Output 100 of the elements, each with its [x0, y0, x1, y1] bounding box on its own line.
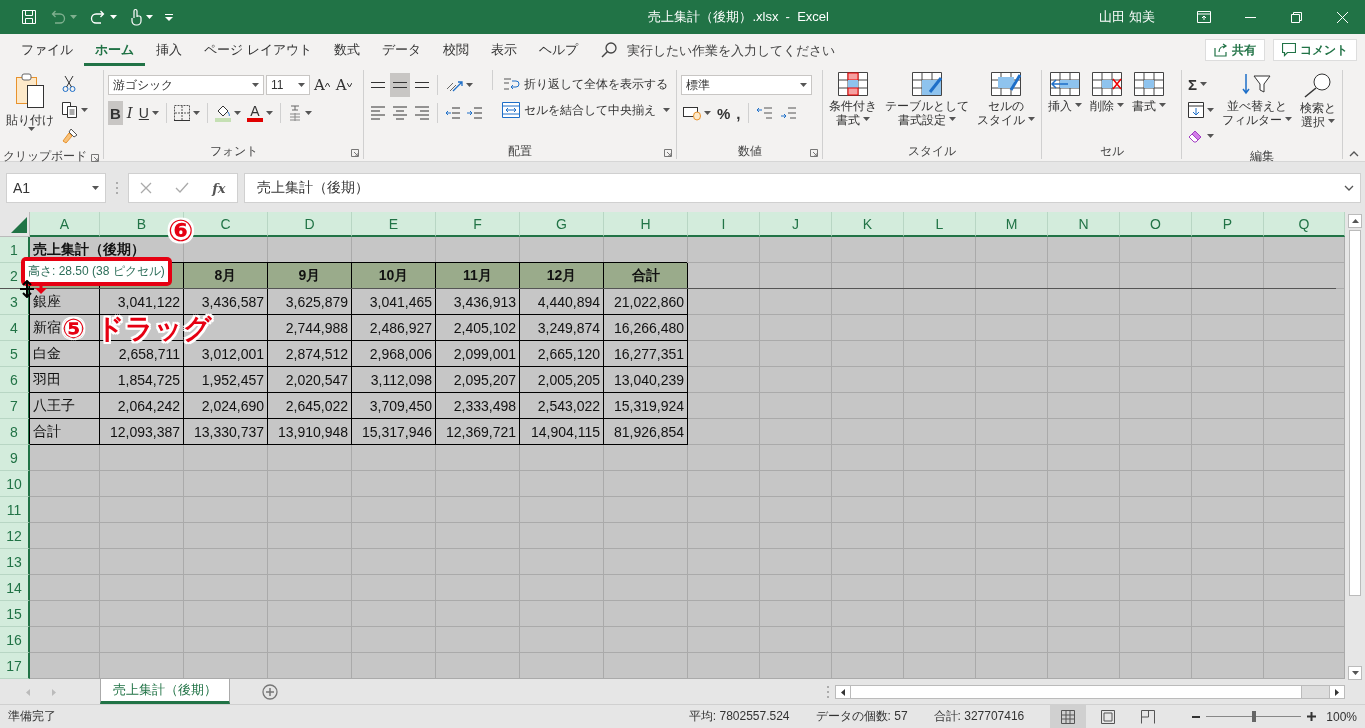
scroll-down-button[interactable] [1348, 666, 1362, 680]
increase-font-size-button[interactable]: A [312, 73, 332, 97]
magnifier-icon [1303, 72, 1333, 98]
formula-field[interactable]: 売上集計（後期） [244, 173, 1361, 203]
row-header[interactable]: 3 [0, 289, 30, 315]
scrollbar-thumb[interactable] [1349, 230, 1361, 596]
row-header[interactable]: 12 [0, 523, 30, 549]
sheet-tab[interactable]: 売上集計（後期） [100, 678, 230, 704]
new-sheet-button[interactable] [262, 684, 278, 700]
table-cell [1192, 393, 1264, 419]
column-header[interactable]: O [1120, 212, 1192, 237]
ribbon-tab[interactable]: データ [370, 34, 432, 66]
comma-style-button[interactable]: , [734, 101, 743, 125]
row-header[interactable]: 13 [0, 549, 30, 575]
merge-center-button[interactable]: セルを結合して中央揃え [500, 98, 672, 122]
column-header[interactable]: P [1192, 212, 1264, 237]
share-button[interactable]: 共有 [1205, 39, 1265, 61]
horizontal-scrollbar[interactable] [835, 685, 1345, 699]
sort-filter-button[interactable]: 並べ替えと フィルター [1220, 70, 1294, 148]
table-cell [832, 445, 904, 471]
decrease-font-size-button[interactable]: A [333, 73, 354, 97]
row-header[interactable]: 15 [0, 601, 30, 627]
column-header[interactable]: L [904, 212, 976, 237]
column-header[interactable]: Q [1264, 212, 1345, 237]
font-size-field[interactable]: 11 [266, 75, 310, 95]
row-header[interactable]: 4 [0, 315, 30, 341]
row-header[interactable]: 8 [0, 419, 30, 445]
table-cell [688, 523, 760, 549]
column-header[interactable]: K [832, 212, 904, 237]
ribbon-tab[interactable]: 挿入 [145, 34, 193, 66]
row-header[interactable]: 14 [0, 575, 30, 601]
zoom-in-button[interactable] [1307, 712, 1317, 721]
ribbon-tab[interactable]: 数式 [322, 34, 371, 66]
number-format-field[interactable]: 標準 [681, 75, 812, 95]
column-header[interactable]: G [520, 212, 604, 237]
align-left-icon [370, 105, 386, 121]
wrap-text-button[interactable]: 折り返して全体を表示する [500, 72, 672, 96]
row-header[interactable]: 7 [0, 393, 30, 419]
vertical-align-button[interactable] [390, 73, 410, 97]
percent-button[interactable]: % [715, 101, 733, 125]
share-icon [1214, 43, 1228, 57]
delete-button[interactable]: 削除 [1088, 70, 1126, 143]
font-color-button[interactable]: A [244, 101, 275, 125]
row-header[interactable]: 1 [0, 237, 30, 263]
ribbon-tab[interactable]: ヘルプ [527, 34, 589, 66]
autosum-button[interactable]: Σ [1186, 72, 1216, 96]
table-cell: 9月 [268, 263, 352, 289]
column-header[interactable]: H [604, 212, 688, 237]
cell-styles-button[interactable]: セルの スタイル [975, 70, 1037, 143]
table-cell: 11月 [436, 263, 520, 289]
format-button[interactable]: 書式 [1130, 70, 1168, 143]
format-as-table-button[interactable]: テーブルとして 書式設定 [883, 70, 971, 143]
column-header[interactable]: F [436, 212, 520, 237]
table-cell [688, 497, 760, 523]
column-header[interactable]: E [352, 212, 436, 237]
insert-function-button[interactable]: fx [210, 176, 228, 200]
comment-button[interactable]: コメント [1273, 39, 1357, 61]
row-header[interactable]: 9 [0, 445, 30, 471]
slider-thumb[interactable] [1251, 711, 1256, 722]
column-header[interactable]: M [976, 212, 1048, 237]
row-header[interactable]: 10 [0, 471, 30, 497]
plus-icon [1307, 712, 1317, 721]
column-header[interactable]: J [760, 212, 832, 237]
underline-button[interactable]: U [136, 101, 161, 125]
column-header[interactable]: I [688, 212, 760, 237]
row-header[interactable]: 5 [0, 341, 30, 367]
zoom-out-button[interactable] [1192, 715, 1201, 718]
row-header[interactable]: 17 [0, 653, 30, 679]
search-field[interactable]: 実行したい作業を入力してください [624, 41, 849, 59]
table-cell [30, 497, 100, 523]
tooltip: 高さ: 28.50 (38 ピクセル) [21, 257, 172, 286]
paste-button[interactable]: 貼り付け [4, 70, 56, 148]
insert-button[interactable]: 挿入 [1046, 70, 1084, 143]
row-header[interactable]: 16 [0, 627, 30, 653]
ribbon-tab[interactable]: ページ レイアウト [193, 34, 323, 66]
row-header[interactable]: 11 [0, 497, 30, 523]
ribbon-tab[interactable]: 校閲 [431, 34, 480, 66]
row-header[interactable]: 6 [0, 367, 30, 393]
table-cell: 1,854,725 [100, 367, 184, 393]
font-name-field[interactable]: 游ゴシック [108, 75, 264, 95]
scroll-up-button[interactable] [1348, 214, 1362, 228]
normal-view-button[interactable] [1050, 705, 1087, 728]
column-header[interactable]: A [30, 212, 100, 237]
table-cell [832, 575, 904, 601]
select-all-button[interactable] [11, 217, 27, 233]
ribbon-tab[interactable]: 表示 [479, 34, 528, 66]
table-cell [904, 601, 976, 627]
table-cell: 2,874,512 [268, 341, 352, 367]
brush-icon [62, 128, 78, 144]
bold-button[interactable]: B [108, 101, 123, 125]
find-select-button[interactable]: 検索と 選択 [1298, 70, 1338, 148]
column-header[interactable]: N [1048, 212, 1120, 237]
name-box[interactable]: A1 [6, 173, 106, 203]
conditional-format-button[interactable]: 条件付き 書式 [827, 70, 879, 143]
table-cell: 1,952,457 [184, 367, 268, 393]
column-header[interactable]: D [268, 212, 352, 237]
right-arrow-icon [52, 688, 56, 696]
italic-button[interactable]: I [124, 101, 135, 125]
ribbon-tab[interactable]: ファイル [10, 34, 84, 66]
table-cell: 10月 [352, 263, 436, 289]
